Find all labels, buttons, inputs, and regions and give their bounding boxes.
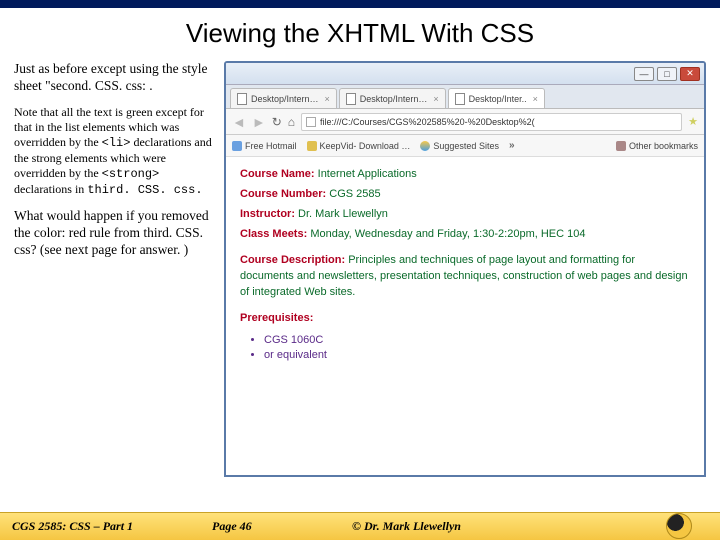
- folder-icon: [616, 141, 626, 151]
- value: Internet Applications: [315, 168, 417, 180]
- footer-copyright: © Dr. Mark Llewellyn: [352, 519, 708, 534]
- close-icon[interactable]: ×: [533, 94, 538, 104]
- note-text-c: declarations in: [14, 182, 87, 196]
- favicon-icon: [307, 141, 317, 151]
- value: Dr. Mark Llewellyn: [295, 208, 388, 220]
- window-titlebar: — □ ✕: [226, 63, 704, 85]
- para-intro: Just as before except using the style sh…: [14, 61, 214, 95]
- list-item: or equivalent: [264, 348, 690, 364]
- para-question: What would happen if you removed the col…: [14, 208, 214, 259]
- label: Instructor:: [240, 208, 295, 220]
- bm-label: KeepVid- Download …: [320, 141, 411, 151]
- row-class-meets: Class Meets: Monday, Wednesday and Frida…: [240, 227, 690, 243]
- page-content: Course Name: Internet Applications Cours…: [226, 157, 704, 374]
- bookmark-star-icon[interactable]: ★: [688, 115, 698, 128]
- bm-label: Free Hotmail: [245, 141, 297, 151]
- footer-left: CGS 2585: CSS – Part 1: [12, 519, 212, 534]
- row-course-number: Course Number: CGS 2585: [240, 187, 690, 203]
- label: Prerequisites:: [240, 312, 313, 324]
- code-li: <li>: [102, 136, 131, 150]
- slide-top-bar: [0, 0, 720, 8]
- bm-label: Suggested Sites: [433, 141, 499, 151]
- other-bookmarks[interactable]: Other bookmarks: [616, 141, 698, 151]
- tab-3-label: Desktop/Inter..: [469, 94, 527, 104]
- bm-label: Other bookmarks: [629, 141, 698, 151]
- home-icon[interactable]: ⌂: [288, 115, 295, 129]
- tab-2-label: Desktop/Intern…: [360, 94, 428, 104]
- label: Course Description:: [240, 254, 345, 266]
- bookmark-free-hotmail[interactable]: Free Hotmail: [232, 141, 297, 151]
- label: Class Meets:: [240, 228, 307, 240]
- overflow-chevron-icon[interactable]: »: [509, 140, 515, 151]
- tab-1-label: Desktop/Intern…: [251, 94, 319, 104]
- reload-icon[interactable]: ↻: [272, 115, 282, 129]
- label: Course Number:: [240, 188, 326, 200]
- slide-footer: CGS 2585: CSS – Part 1 Page 46 © Dr. Mar…: [0, 512, 720, 540]
- bookmark-keepvid[interactable]: KeepVid- Download …: [307, 141, 411, 151]
- page-icon: [455, 93, 465, 105]
- close-icon[interactable]: ×: [325, 94, 330, 104]
- forward-icon[interactable]: ►: [252, 114, 266, 130]
- label: Course Name:: [240, 168, 315, 180]
- minimize-button[interactable]: —: [634, 67, 654, 81]
- favicon-icon: [420, 141, 430, 151]
- page-icon: [237, 93, 247, 105]
- maximize-button[interactable]: □: [657, 67, 677, 81]
- row-instructor: Instructor: Dr. Mark Llewellyn: [240, 207, 690, 223]
- tab-2[interactable]: Desktop/Intern… ×: [339, 88, 446, 108]
- value: Monday, Wednesday and Friday, 1:30-2:20p…: [307, 228, 585, 240]
- close-button[interactable]: ✕: [680, 67, 700, 81]
- bookmarks-bar: Free Hotmail KeepVid- Download … Suggest…: [226, 135, 704, 157]
- url-text: file:///C:/Courses/CGS%202585%20-%20Desk…: [320, 117, 535, 127]
- content-row: Just as before except using the style sh…: [0, 61, 720, 477]
- bookmark-suggested[interactable]: Suggested Sites: [420, 141, 499, 151]
- tab-3-active[interactable]: Desktop/Inter.. ×: [448, 88, 545, 108]
- row-description: Course Description: Principles and techn…: [240, 253, 690, 301]
- ucf-logo-icon: [666, 513, 692, 539]
- footer-page: Page 46: [212, 519, 352, 534]
- tab-1[interactable]: Desktop/Intern… ×: [230, 88, 337, 108]
- favicon-icon: [232, 141, 242, 151]
- back-icon[interactable]: ◄: [232, 114, 246, 130]
- left-column: Just as before except using the style sh…: [14, 61, 214, 477]
- slide-title: Viewing the XHTML With CSS: [0, 18, 720, 49]
- file-icon: [306, 117, 316, 127]
- tab-strip: Desktop/Intern… × Desktop/Intern… × Deskto…: [226, 85, 704, 109]
- value: CGS 2585: [326, 188, 380, 200]
- prereq-list: CGS 1060C or equivalent: [240, 333, 690, 365]
- browser-window: — □ ✕ Desktop/Intern… × Desktop/Intern… × …: [224, 61, 706, 477]
- row-course-name: Course Name: Internet Applications: [240, 167, 690, 183]
- list-item: CGS 1060C: [264, 333, 690, 349]
- para-note: Note that all the text is green except f…: [14, 105, 214, 198]
- code-thirdcss: third. CSS. css.: [87, 183, 202, 197]
- close-icon[interactable]: ×: [433, 94, 438, 104]
- row-prereq: Prerequisites:: [240, 311, 690, 327]
- page-icon: [346, 93, 356, 105]
- code-strong: <strong>: [102, 167, 160, 181]
- address-bar: ◄ ► ↻ ⌂ file:///C:/Courses/CGS%202585%20…: [226, 109, 704, 135]
- url-field[interactable]: file:///C:/Courses/CGS%202585%20-%20Desk…: [301, 113, 682, 131]
